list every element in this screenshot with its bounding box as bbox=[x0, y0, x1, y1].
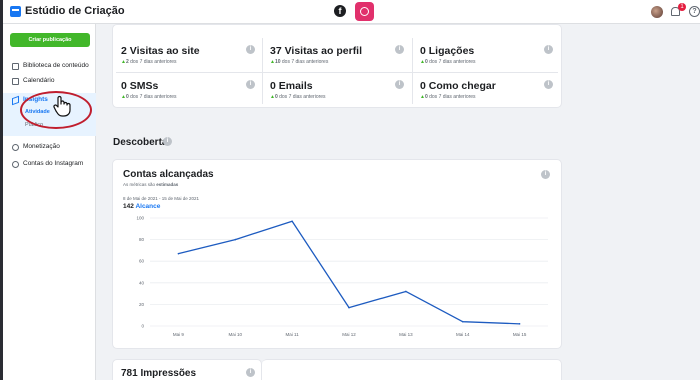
stat-change: ▲0 dos 7 dias anteriores bbox=[270, 94, 326, 100]
facebook-icon[interactable]: f bbox=[334, 5, 346, 17]
stat-sub-text: dos 7 dias anteriores bbox=[427, 59, 476, 65]
help-icon[interactable]: ? bbox=[689, 6, 700, 17]
x-tick-label: Mai 11 bbox=[286, 332, 300, 337]
chart-note: As métricas são estimadas bbox=[123, 182, 178, 187]
stats-card bbox=[112, 24, 562, 108]
chart-date-range: 8 de Mai de 2021 - 15 de Mai de 2021 bbox=[123, 196, 200, 201]
stat-change: ▲0 dos 7 dias anteriores bbox=[121, 94, 177, 100]
chart-note-emphasis: estimadas bbox=[156, 182, 179, 187]
data-point[interactable] bbox=[177, 252, 180, 255]
x-tick-label: Mai 13 bbox=[399, 332, 413, 337]
chart-metric-label: Alcance bbox=[135, 203, 161, 210]
divider bbox=[412, 38, 413, 104]
chart-title: Contas alcançadas bbox=[123, 169, 214, 180]
info-icon[interactable]: i bbox=[544, 80, 553, 89]
stat-directions: 0 Como chegar bbox=[420, 80, 496, 92]
data-point[interactable] bbox=[461, 320, 464, 323]
info-icon[interactable]: i bbox=[395, 80, 404, 89]
info-icon[interactable]: i bbox=[246, 45, 255, 54]
info-icon[interactable]: i bbox=[544, 45, 553, 54]
creator-studio-logo-icon bbox=[10, 6, 21, 17]
data-point[interactable] bbox=[291, 220, 293, 223]
sidebar-item-calendar[interactable]: Calendário bbox=[3, 74, 96, 88]
top-bar: Estúdio de Criação f 1 ? bbox=[3, 0, 700, 24]
chart-note-text: As métricas são bbox=[123, 182, 157, 187]
info-icon[interactable]: i bbox=[246, 80, 255, 89]
sidebar-item-instagram-accounts[interactable]: Contas do Instagram bbox=[3, 157, 96, 171]
sidebar-item-label: Biblioteca de conteúdo bbox=[23, 62, 89, 69]
divider bbox=[116, 72, 558, 73]
sidebar-item-content-library[interactable]: Biblioteca de conteúdo bbox=[3, 59, 96, 73]
stat-change: ▲10 dos 7 dias anteriores bbox=[270, 59, 329, 65]
calendar-icon bbox=[12, 78, 19, 85]
y-tick-label: 80 bbox=[139, 237, 145, 242]
content-library-icon bbox=[12, 63, 19, 70]
chart-total: 142 Alcance bbox=[123, 203, 160, 210]
sidebar-item-label: Contas do Instagram bbox=[23, 160, 84, 167]
sidebar-item-label: Monetização bbox=[23, 143, 60, 150]
impressions-chart-card bbox=[262, 359, 562, 380]
stat-sub-text: dos 7 dias anteriores bbox=[128, 94, 177, 100]
x-tick-label: Mai 12 bbox=[342, 332, 356, 337]
info-icon[interactable]: i bbox=[246, 368, 255, 377]
x-tick-label: Mai 14 bbox=[456, 332, 470, 337]
x-tick-label: Mai 10 bbox=[229, 332, 243, 337]
impressions-title: 781 Impressões bbox=[121, 368, 197, 379]
info-icon[interactable]: i bbox=[541, 170, 550, 179]
x-tick-label: Mai 9 bbox=[173, 332, 185, 337]
y-tick-label: 60 bbox=[139, 259, 145, 264]
reach-line-chart: 0 20 40 60 80 100 Mai 9 Mai 10 Mai 11 Mai 12 Mai 1… bbox=[136, 216, 548, 337]
chart-total-value: 142 bbox=[123, 203, 134, 210]
x-tick-label: Mai 15 bbox=[513, 332, 527, 337]
stat-sub-text: dos 7 dias anteriores bbox=[277, 94, 326, 100]
sidebar-item-monetization[interactable]: Monetização bbox=[3, 140, 96, 154]
info-icon[interactable]: i bbox=[395, 45, 404, 54]
y-tick-label: 100 bbox=[136, 216, 144, 221]
pointer-hand-icon bbox=[53, 95, 71, 117]
data-point[interactable] bbox=[234, 238, 237, 241]
y-tick-label: 0 bbox=[141, 324, 144, 329]
stat-sub-text: dos 7 dias anteriores bbox=[128, 59, 177, 65]
divider bbox=[262, 38, 263, 104]
stat-sub-text: dos 7 dias anteriores bbox=[427, 94, 476, 100]
data-point[interactable] bbox=[348, 306, 350, 309]
series-line-reach bbox=[178, 220, 520, 325]
app-title: Estúdio de Criação bbox=[25, 5, 125, 17]
data-point[interactable] bbox=[405, 290, 407, 293]
instagram-icon[interactable] bbox=[355, 2, 374, 21]
info-icon[interactable]: i bbox=[163, 137, 172, 146]
section-title: Descoberta bbox=[113, 137, 168, 148]
stat-calls: 0 Ligações bbox=[420, 45, 475, 57]
stat-change: ▲2 dos 7 dias anteriores bbox=[121, 59, 177, 65]
stat-emails: 0 Emails bbox=[270, 80, 313, 92]
data-point[interactable] bbox=[518, 323, 521, 325]
y-tick-label: 20 bbox=[139, 302, 145, 307]
stat-sub-text: dos 7 dias anteriores bbox=[280, 59, 329, 65]
create-post-button[interactable]: Criar publicação bbox=[10, 33, 90, 47]
instagram-accounts-icon bbox=[12, 161, 19, 168]
sidebar: Criar publicação Biblioteca de conteúdo … bbox=[3, 24, 96, 380]
stat-website-visits: 2 Visitas ao site bbox=[121, 45, 200, 57]
notification-badge: 1 bbox=[678, 3, 686, 11]
stat-profile-visits: 37 Visitas ao perfil bbox=[270, 45, 363, 57]
sidebar-item-label: Calendário bbox=[23, 77, 55, 84]
stat-change: ▲0 dos 7 dias anteriores bbox=[420, 94, 476, 100]
y-tick-label: 40 bbox=[139, 280, 145, 285]
insights-icon bbox=[12, 95, 19, 106]
stat-sms: 0 SMSs bbox=[121, 80, 159, 92]
monetization-icon bbox=[12, 144, 19, 151]
avatar[interactable] bbox=[651, 6, 663, 18]
stat-change: ▲0 dos 7 dias anteriores bbox=[420, 59, 476, 65]
